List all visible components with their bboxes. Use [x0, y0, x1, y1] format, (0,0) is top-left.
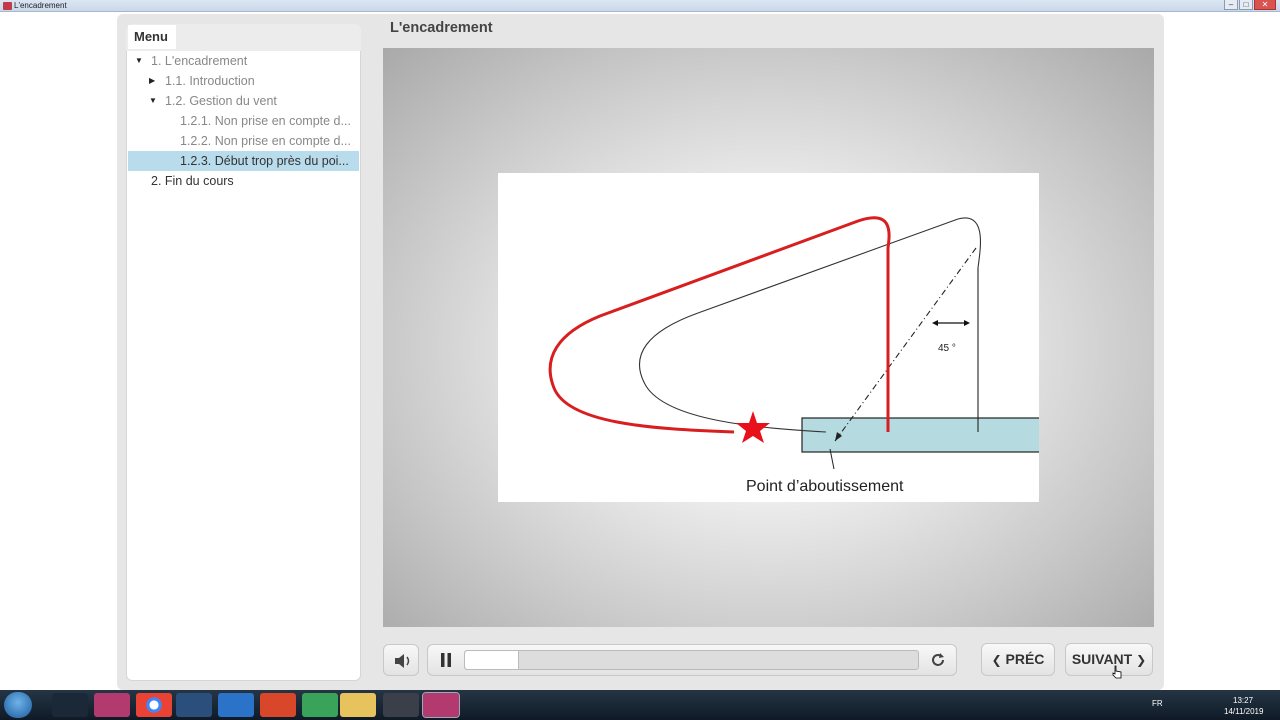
app-icon-a-active[interactable]	[422, 692, 460, 718]
volume-button[interactable]	[383, 644, 419, 676]
minimize-button[interactable]: –	[1224, 0, 1238, 10]
language-indicator[interactable]: FR	[1152, 699, 1163, 708]
chevron-right-icon: ❯	[1136, 653, 1147, 667]
app-icon-blue[interactable]	[218, 693, 254, 717]
seek-slider[interactable]	[464, 650, 919, 670]
clock-time[interactable]: 13:27	[1233, 696, 1253, 705]
clock-date[interactable]: 14/11/2019	[1224, 707, 1263, 716]
triangle-right-icon[interactable]: ▶	[149, 71, 155, 91]
angle-label: 45 °	[938, 343, 956, 354]
pause-icon	[441, 653, 451, 667]
folder-icon[interactable]	[340, 693, 376, 717]
triangle-down-icon[interactable]: ▼	[149, 91, 157, 111]
menu-item-1-2-2[interactable]: 1.2.2. Non prise en compte d...	[128, 131, 359, 151]
slide-caption: Point d’aboutissement	[746, 478, 904, 495]
menu-item-fin-du-cours[interactable]: 2. Fin du cours	[128, 171, 359, 191]
menu-tree: ▼ 1. L'encadrement ▶ 1.1. Introduction ▼…	[128, 51, 359, 191]
prev-button[interactable]: ❮ PRÉC	[981, 643, 1055, 676]
replay-button[interactable]	[928, 650, 948, 670]
chevron-left-icon: ❮	[991, 653, 1002, 667]
start-button[interactable]	[4, 692, 32, 718]
slide-diagram	[498, 173, 1043, 502]
lesson-title: L'encadrement	[390, 20, 493, 36]
steam-icon[interactable]	[52, 693, 88, 717]
app-icon-green[interactable]	[302, 693, 338, 717]
obs-icon[interactable]	[383, 693, 419, 717]
triangle-down-icon[interactable]: ▼	[135, 51, 143, 71]
app-icon-doc[interactable]	[176, 693, 212, 717]
app-icon-a[interactable]	[94, 693, 130, 717]
replay-icon	[932, 653, 944, 666]
next-button[interactable]: SUIVANT ❯	[1065, 643, 1153, 676]
window-titlebar: L'encadrement – □ ✕	[0, 0, 1280, 12]
menu-item-lencadrement[interactable]: ▼ 1. L'encadrement	[128, 51, 359, 71]
maximize-button[interactable]: □	[1239, 0, 1253, 10]
window-title: L'encadrement	[14, 1, 67, 10]
red-pattern-path	[548, 216, 891, 434]
star-icon	[736, 411, 770, 443]
menu-item-1-2-3-selected[interactable]: 1.2.3. Début trop près du poi...	[128, 151, 359, 171]
traffic-pattern-diagram	[548, 216, 1043, 470]
arrow-left-icon	[932, 320, 938, 326]
normal-pattern-path	[639, 217, 982, 433]
seek-progress	[465, 651, 520, 669]
chrome-icon[interactable]	[136, 693, 172, 717]
speaker-icon	[395, 654, 410, 668]
app-icon	[3, 2, 12, 10]
pause-button[interactable]	[437, 651, 455, 669]
close-button[interactable]: ✕	[1254, 0, 1276, 10]
menu-item-gestion-du-vent[interactable]: ▼ 1.2. Gestion du vent	[128, 91, 359, 111]
ccleaner-icon[interactable]	[260, 693, 296, 717]
hand-cursor-icon	[1112, 665, 1122, 679]
menu-item-1-2-1[interactable]: 1.2.1. Non prise en compte d...	[128, 111, 359, 131]
menu-item-introduction[interactable]: ▶ 1.1. Introduction	[128, 71, 359, 91]
menu-tab[interactable]: Menu	[128, 25, 176, 49]
arrow-right-icon	[964, 320, 970, 326]
